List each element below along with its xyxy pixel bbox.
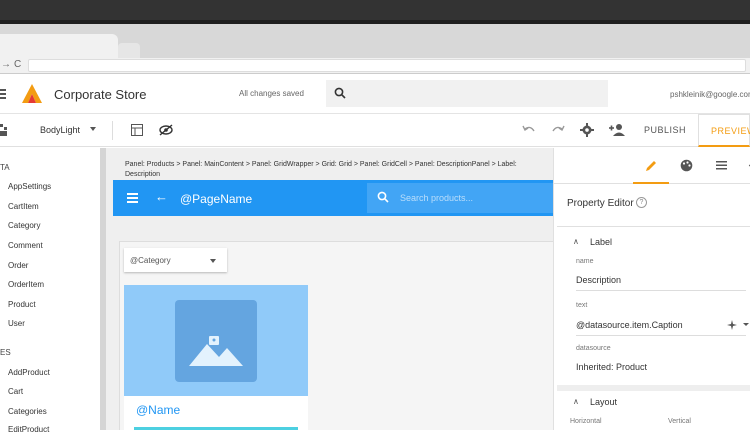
- field-value-text[interactable]: @datasource.item.Caption: [576, 320, 683, 330]
- product-image: [124, 285, 308, 396]
- preview-button[interactable]: PREVIEW: [698, 114, 750, 147]
- app-title: Corporate Store: [54, 87, 147, 102]
- image-placeholder-icon: [189, 336, 243, 366]
- layout-vertical-label: Vertical: [668, 418, 691, 425]
- search-icon: [334, 87, 346, 99]
- add-person-icon[interactable]: [609, 123, 625, 136]
- reload-icon[interactable]: C: [14, 59, 21, 70]
- app-bar: Corporate Store All changes saved pshkle…: [0, 74, 750, 114]
- pencil-icon: [646, 161, 656, 171]
- chevron-down-icon: [210, 259, 216, 263]
- page-name: @PageName: [180, 192, 253, 206]
- editor-toolbar: BodyLight PUBLISH PREVIEW: [0, 114, 750, 147]
- sidebar-item-cartitem[interactable]: CartItem: [8, 202, 39, 211]
- property-panel-tabs: [553, 148, 750, 184]
- app-search-box[interactable]: [326, 80, 608, 107]
- field-value-datasource[interactable]: Inherited: Product: [576, 362, 647, 372]
- menu-icon[interactable]: [0, 89, 6, 101]
- help-icon[interactable]: ?: [636, 197, 647, 208]
- field-value-name[interactable]: Description: [576, 275, 621, 285]
- sidebar-item-categories[interactable]: Categories: [8, 407, 47, 416]
- layout-horizontal-label: Horizontal: [570, 418, 602, 425]
- visibility-off-icon[interactable]: [159, 124, 173, 136]
- settings-gear-icon[interactable]: [580, 123, 594, 137]
- address-field[interactable]: [28, 59, 746, 72]
- products-search-input[interactable]: Search products...: [367, 183, 553, 213]
- tab-style[interactable]: [668, 148, 704, 184]
- browser-tab[interactable]: [0, 34, 118, 58]
- field-label-text: text: [576, 302, 588, 309]
- tab-list[interactable]: [703, 148, 739, 184]
- browser-urlbar: → C: [0, 58, 750, 74]
- widgets-icon[interactable]: [0, 124, 8, 137]
- layout-section-title[interactable]: Layout: [590, 397, 617, 407]
- sidebar-item-addproduct[interactable]: AddProduct: [8, 368, 50, 377]
- sidebar-item-category[interactable]: Category: [8, 221, 40, 230]
- chevron-up-icon[interactable]: ∧: [573, 237, 579, 246]
- chevron-down-icon[interactable]: [90, 127, 96, 131]
- widget-breadcrumb[interactable]: Panel: Products > Panel: MainContent > P…: [125, 160, 535, 180]
- new-tab-button[interactable]: [118, 43, 140, 58]
- category-dropdown-value: @Category: [130, 256, 171, 265]
- palette-icon: [680, 159, 693, 172]
- save-status: All changes saved: [239, 89, 304, 98]
- toolbar-divider: [112, 121, 113, 140]
- image-placeholder: [175, 300, 257, 382]
- category-dropdown[interactable]: @Category: [124, 248, 227, 272]
- sidebar-item-appsettings[interactable]: AppSettings: [8, 182, 51, 191]
- sidebar-section-data[interactable]: TA: [0, 163, 10, 172]
- explorer-sidebar: TA AppSettings CartItem Category Comment…: [0, 148, 106, 434]
- sidebar-item-cart[interactable]: Cart: [8, 387, 23, 396]
- sidebar-item-comment[interactable]: Comment: [8, 241, 43, 250]
- sidebar-item-product[interactable]: Product: [8, 300, 36, 309]
- chevron-up-icon[interactable]: ∧: [573, 397, 579, 406]
- search-placeholder: Search products...: [400, 193, 474, 203]
- search-icon: [377, 191, 389, 203]
- tab-properties[interactable]: [633, 148, 669, 184]
- divider: [557, 226, 750, 227]
- section-divider: [557, 385, 750, 391]
- undo-icon[interactable]: [522, 125, 536, 135]
- list-icon: [716, 161, 727, 170]
- sidebar-section-pages[interactable]: ES: [0, 348, 11, 357]
- field-label-name: name: [576, 258, 594, 265]
- preview-label: PREVIEW: [711, 126, 750, 136]
- binding-add-icon[interactable]: [727, 320, 737, 330]
- product-card[interactable]: @Name: [124, 285, 308, 430]
- property-editor-title: Property Editor: [567, 198, 634, 209]
- redo-icon[interactable]: [551, 125, 565, 135]
- theme-select[interactable]: BodyLight: [40, 125, 80, 135]
- field-underline: [576, 335, 746, 336]
- back-arrow-icon[interactable]: ←: [155, 189, 168, 204]
- app-logo-icon: [22, 84, 42, 103]
- label-section-title[interactable]: Label: [590, 237, 612, 247]
- sidebar-item-orderitem[interactable]: OrderItem: [8, 280, 44, 289]
- sidebar-item-order[interactable]: Order: [8, 261, 28, 270]
- field-underline: [576, 290, 746, 291]
- user-account[interactable]: pshkleinik@google.com: [670, 90, 750, 99]
- layout-icon[interactable]: [131, 124, 143, 136]
- product-name: @Name: [136, 403, 181, 417]
- sidebar-item-user[interactable]: User: [8, 319, 25, 328]
- tab-events[interactable]: [735, 148, 750, 184]
- menu-icon[interactable]: [127, 193, 138, 205]
- chevron-down-icon[interactable]: [742, 322, 750, 328]
- field-label-datasource: datasource: [576, 345, 611, 352]
- forward-icon[interactable]: →: [1, 59, 11, 70]
- publish-button[interactable]: PUBLISH: [644, 125, 686, 135]
